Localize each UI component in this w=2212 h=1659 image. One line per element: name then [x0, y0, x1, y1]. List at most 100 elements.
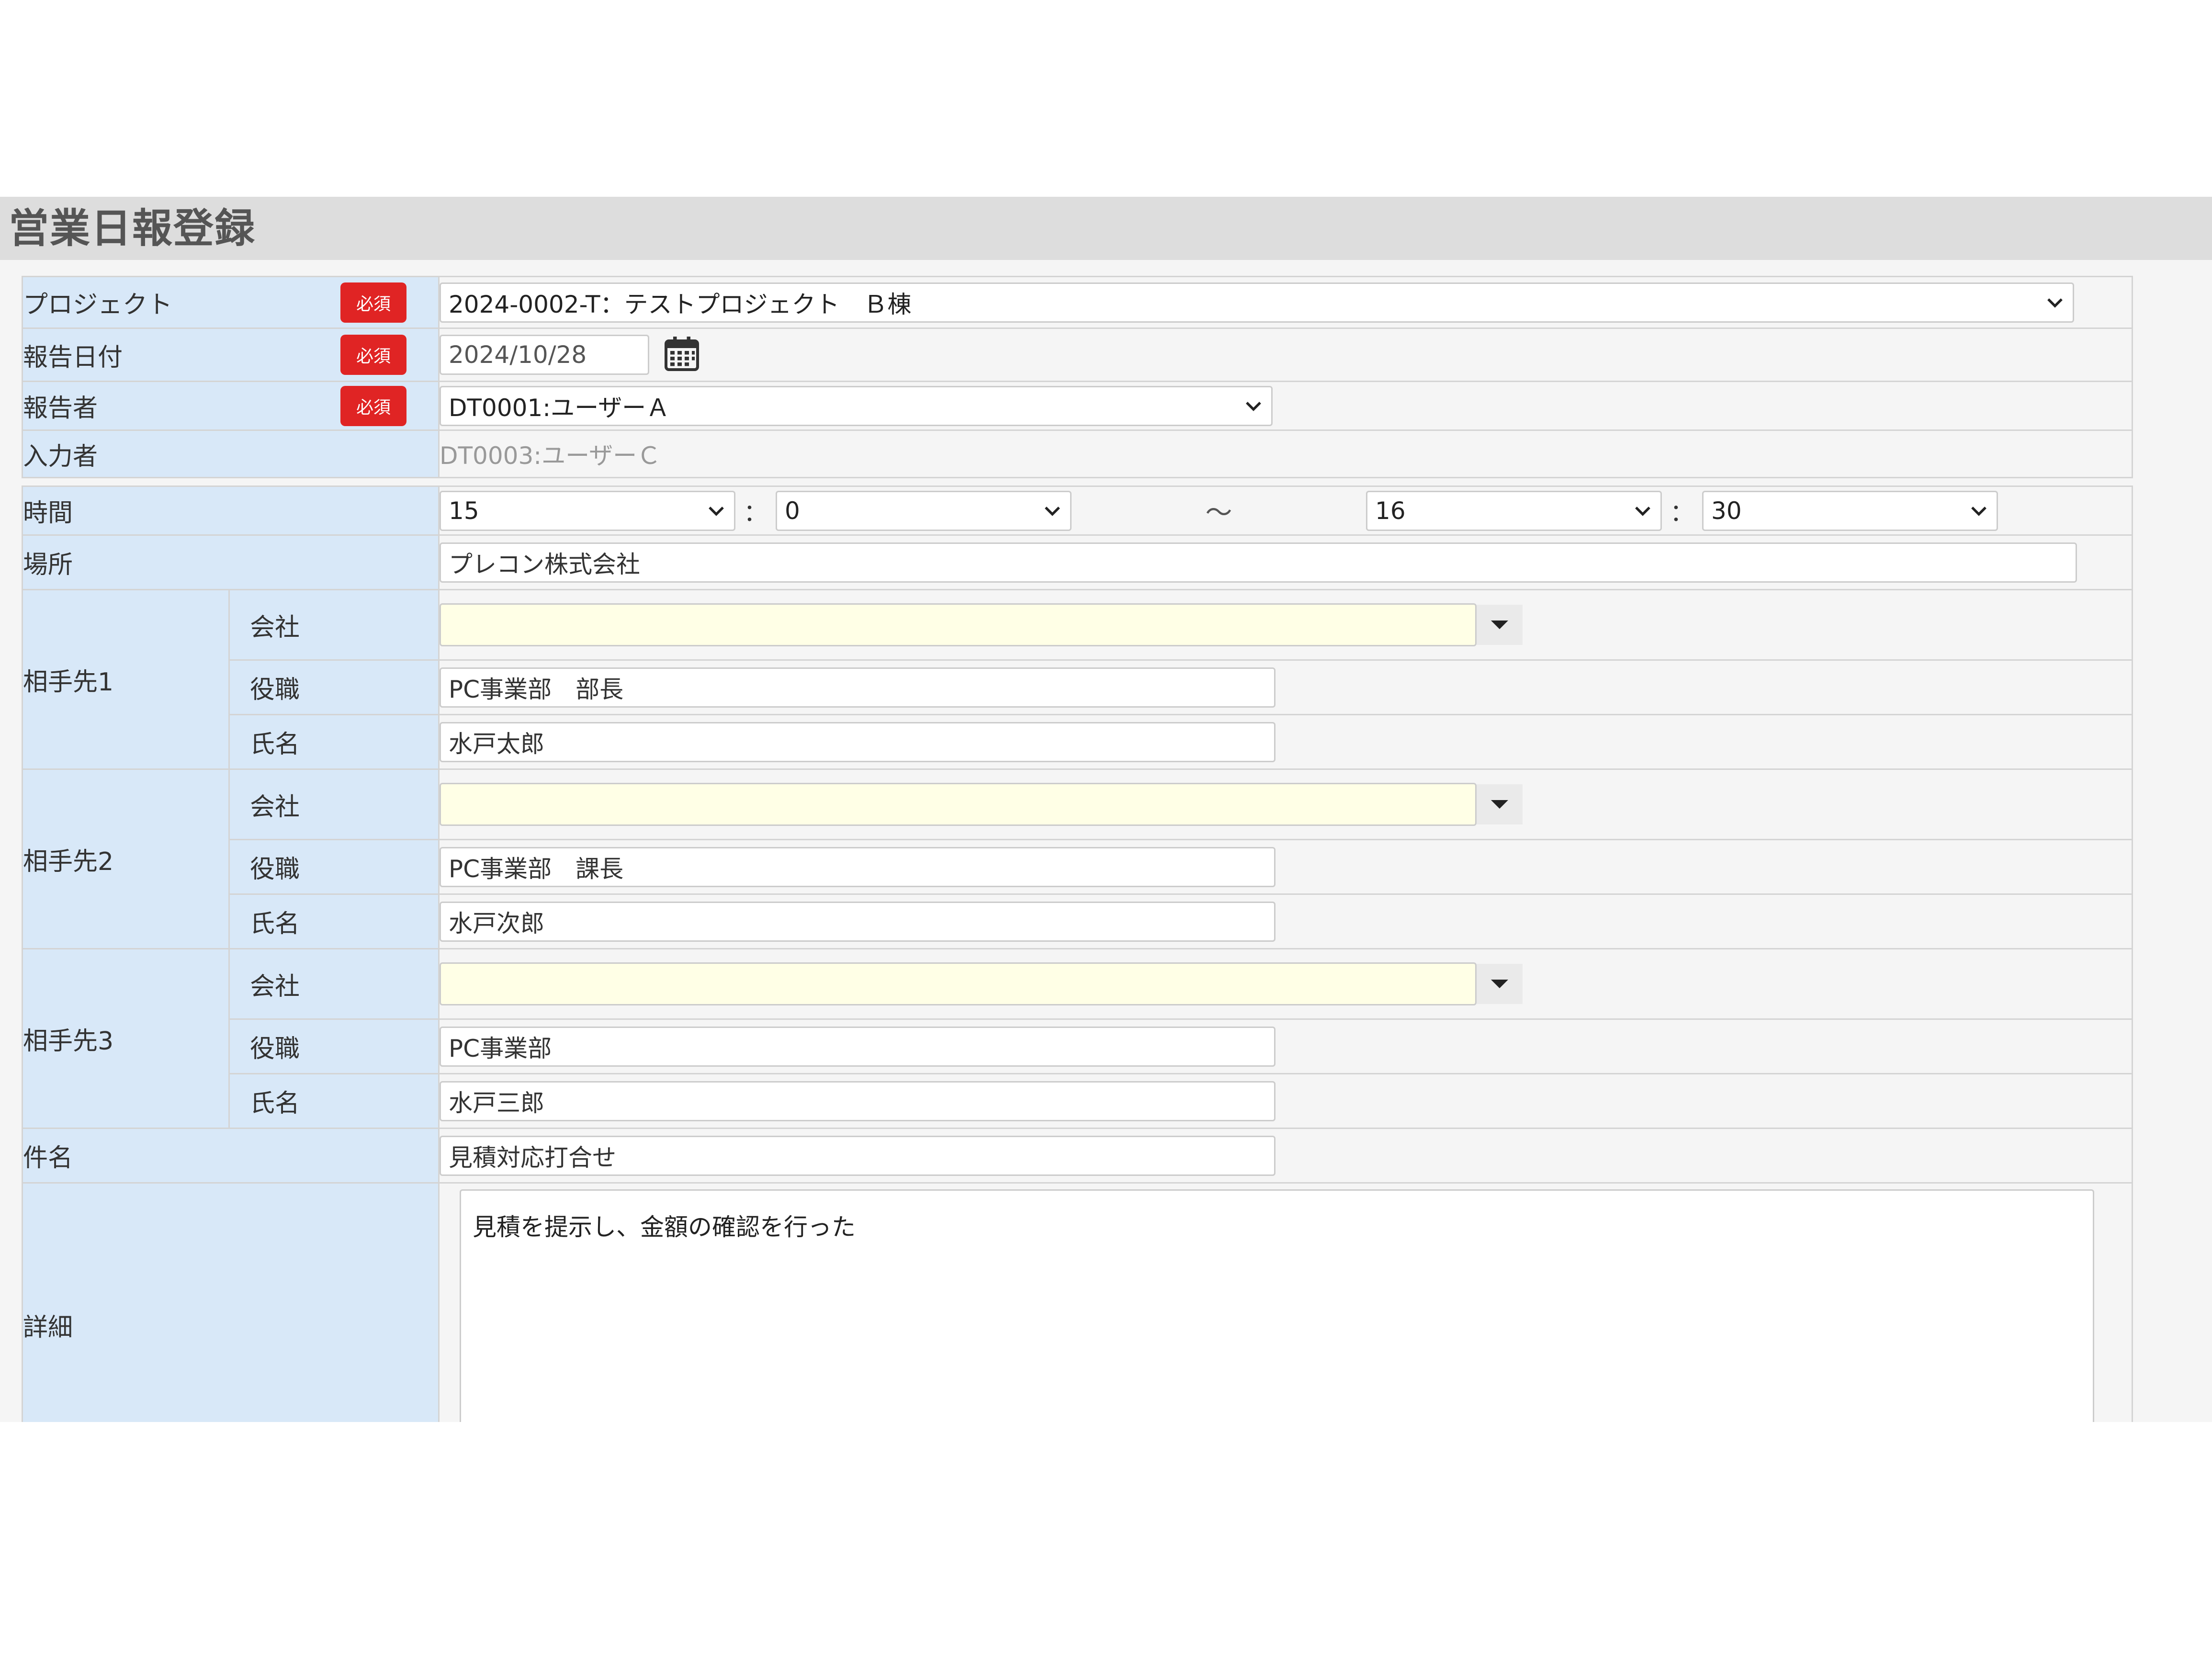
- row-reporter: 報告者 必須 DT0001:ユーザーＡ: [22, 381, 2133, 431]
- contact1-name-label-cell: 氏名: [228, 714, 440, 770]
- contact3-label-cell: 相手先3: [22, 948, 230, 1129]
- contact3-label: 相手先3: [23, 1027, 114, 1056]
- required-badge: 必須: [340, 385, 406, 426]
- chevron-down-icon: [2047, 298, 2063, 308]
- end-minute-value: 30: [1711, 497, 1742, 525]
- start-minute-select[interactable]: 0: [776, 490, 1072, 531]
- row-report-date: 報告日付 必須: [22, 327, 2133, 382]
- contact3-company-cell: [438, 948, 2133, 1020]
- contact1-position-label-cell: 役職: [228, 659, 440, 715]
- contact2-name-cell: [438, 893, 2133, 949]
- required-badge: 必須: [340, 335, 406, 375]
- entered-by-label-cell: 入力者: [22, 429, 440, 478]
- contact1-position-input[interactable]: [440, 667, 1276, 708]
- row-contact2-company: 相手先2 会社: [22, 768, 2133, 949]
- start-hour-value: 15: [449, 497, 479, 525]
- start-minute-value: 0: [785, 497, 800, 525]
- calendar-icon[interactable]: [663, 335, 700, 374]
- chevron-down-icon: [1045, 506, 1060, 516]
- chevron-down-icon: [1246, 401, 1261, 411]
- end-minute-select[interactable]: 30: [1702, 490, 1998, 531]
- contact3-company-dropdown-button[interactable]: [1477, 964, 1523, 1004]
- row-contact3-position: 役職: [23, 1018, 2133, 1074]
- project-select-value: 2024-0002-T：テストプロジェクト Ｂ棟: [449, 290, 912, 318]
- contact2-label: 相手先2: [23, 847, 114, 876]
- page-title: 営業日報登録: [9, 205, 256, 252]
- row-project: プロジェクト 必須 2024-0002-T：テストプロジェクト Ｂ棟: [22, 276, 2133, 329]
- row-contact1-company: 相手先1 会社: [22, 589, 2133, 770]
- place-value-cell: [438, 534, 2133, 590]
- contact2-label-cell: 相手先2: [22, 768, 230, 949]
- company-label: 会社: [250, 613, 300, 642]
- chevron-down-icon: [1971, 506, 1986, 516]
- time-label: 時間: [23, 499, 73, 528]
- detail-form-table: 時間 15 ： 0 ～ 16 ： 30 場所 プレコン株式会社 相手先1 会社 …: [21, 485, 2133, 1422]
- place-label-cell: 場所: [21, 534, 440, 590]
- company-label: 会社: [250, 972, 300, 1001]
- caret-down-icon: [1491, 621, 1509, 629]
- time-label-cell: 時間: [21, 485, 440, 536]
- position-label: 役職: [250, 676, 300, 704]
- name-label: 氏名: [250, 1089, 300, 1118]
- time-range-separator: ～: [1205, 497, 1232, 529]
- contact2-name-label-cell: 氏名: [228, 893, 440, 949]
- caret-down-icon: [1491, 980, 1509, 988]
- company-label: 会社: [250, 792, 300, 822]
- contact2-company-label-cell: 会社: [228, 768, 440, 840]
- row-contact2-name: 氏名: [23, 893, 2133, 949]
- row-contact2-position: 役職: [23, 839, 2133, 895]
- entered-by-label: 入力者: [23, 442, 98, 471]
- contact2-company-cell: [438, 768, 2133, 840]
- position-label: 役職: [250, 1035, 300, 1063]
- contact2-position-cell: [438, 839, 2133, 895]
- contact1-company-label-cell: 会社: [228, 589, 440, 661]
- project-value-cell: 2024-0002-T：テストプロジェクト Ｂ棟: [438, 276, 2133, 329]
- subject-input[interactable]: [440, 1135, 1276, 1176]
- detail-value-cell: 見積を提示し、金額の確認を行った: [438, 1182, 2133, 1422]
- contact3-name-cell: [438, 1073, 2133, 1129]
- time-value-cell: 15 ： 0 ～ 16 ： 30: [438, 485, 2133, 536]
- reporter-select-value: DT0001:ユーザーＡ: [449, 394, 670, 422]
- contact1-name-input[interactable]: [440, 722, 1276, 762]
- contact3-position-input[interactable]: [440, 1026, 1276, 1067]
- contact1-company-input[interactable]: [440, 603, 1477, 646]
- row-entered-by: 入力者 DT0003:ユーザーＣ: [22, 429, 2133, 478]
- contact1-company-cell: [438, 589, 2133, 661]
- contact3-position-label-cell: 役職: [228, 1018, 440, 1074]
- contact1-position-cell: [438, 659, 2133, 715]
- contact1-label-cell: 相手先1: [22, 589, 230, 770]
- page: 営業日報登録 プロジェクト 必須 2024-0002-T：テストプロジェクト Ｂ…: [0, 0, 2212, 1659]
- contact2-company-dropdown-button[interactable]: [1477, 784, 1523, 824]
- chevron-down-icon: [1635, 506, 1650, 516]
- row-subject: 件名: [21, 1128, 2133, 1184]
- subject-label-cell: 件名: [21, 1128, 440, 1184]
- contact2-position-input[interactable]: [440, 846, 1276, 887]
- detail-textarea[interactable]: 見積を提示し、金額の確認を行った: [460, 1189, 2095, 1422]
- start-hour-select[interactable]: 15: [440, 490, 736, 531]
- contact3-company-label-cell: 会社: [228, 948, 440, 1020]
- required-badge: 必須: [340, 282, 406, 323]
- row-time: 時間 15 ： 0 ～ 16 ： 30: [21, 485, 2133, 536]
- contact2-company-input[interactable]: [440, 783, 1477, 826]
- row-contact1-position: 役職: [23, 659, 2133, 715]
- entered-by-value-cell: DT0003:ユーザーＣ: [438, 429, 2133, 478]
- report-date-input[interactable]: [440, 335, 649, 375]
- end-hour-select[interactable]: 16: [1366, 490, 1662, 531]
- contact1-company-dropdown-button[interactable]: [1477, 605, 1523, 645]
- contact3-position-cell: [438, 1018, 2133, 1074]
- place-input[interactable]: [440, 542, 2077, 583]
- contact3-name-input[interactable]: [440, 1081, 1276, 1121]
- contact2-name-input[interactable]: [440, 901, 1276, 942]
- time-separator: ：: [1670, 498, 1694, 527]
- detail-label-cell: 詳細: [21, 1182, 440, 1422]
- report-date-value-cell: [438, 327, 2133, 382]
- contact3-company-input[interactable]: [440, 962, 1477, 1005]
- report-date-label: 報告日付: [23, 343, 123, 372]
- reporter-select[interactable]: DT0001:ユーザーＡ: [440, 385, 1273, 426]
- reporter-label: 報告者: [23, 394, 98, 423]
- chevron-down-icon: [709, 506, 724, 516]
- project-select[interactable]: 2024-0002-T：テストプロジェクト Ｂ棟: [440, 282, 2074, 323]
- row-place: 場所: [21, 534, 2133, 590]
- place-label: 場所: [23, 551, 73, 579]
- header-form-table: プロジェクト 必須 2024-0002-T：テストプロジェクト Ｂ棟 報告日付 …: [22, 276, 2133, 478]
